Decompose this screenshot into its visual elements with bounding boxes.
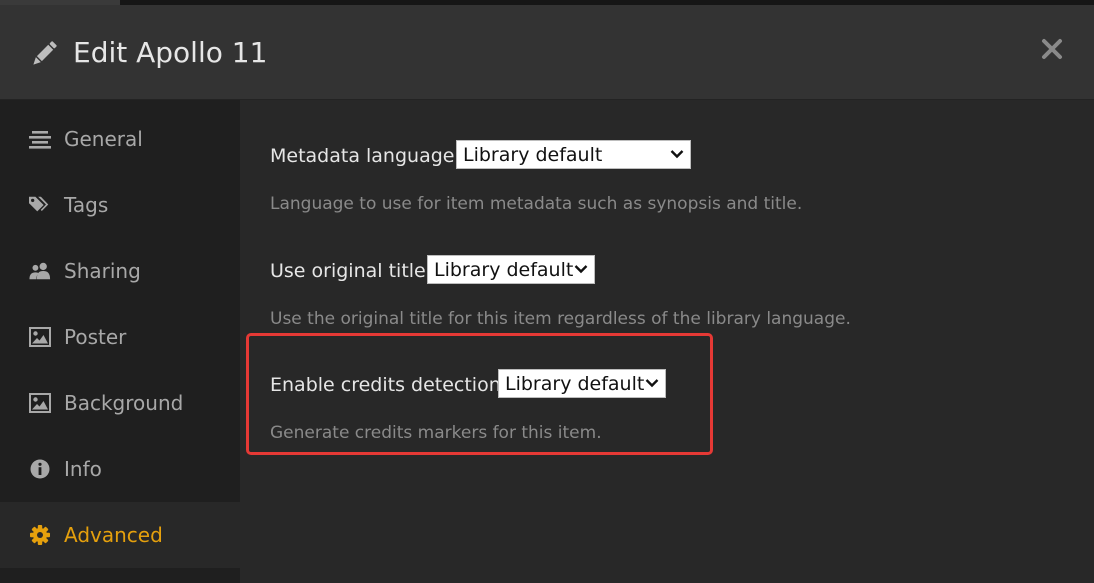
sidebar-item-label: Poster [64, 325, 127, 349]
dialog-title: Edit Apollo 11 [73, 36, 268, 69]
metadata-language-help: Language to use for item metadata such a… [270, 194, 803, 214]
edit-dialog: Edit Apollo 11 General Tags Sharing Post… [0, 5, 1094, 583]
sidebar-item-tags[interactable]: Tags [0, 172, 240, 238]
sidebar-item-label: Sharing [64, 259, 141, 283]
sidebar: General Tags Sharing Poster Background I… [0, 100, 240, 583]
align-lines-icon [29, 131, 51, 149]
info-circle-icon [30, 459, 50, 479]
metadata-language-label: Metadata language [270, 145, 455, 167]
credits-detection-help: Generate credits markers for this item. [270, 423, 602, 443]
sidebar-item-info[interactable]: Info [0, 436, 240, 502]
dialog-header: Edit Apollo 11 [0, 5, 1094, 100]
users-icon [29, 262, 51, 280]
sidebar-item-background[interactable]: Background [0, 370, 240, 436]
credits-detection-value: Library default [505, 373, 645, 395]
sidebar-item-label: Info [64, 457, 102, 481]
image-icon [29, 327, 51, 347]
original-title-value: Library default [434, 259, 574, 281]
original-title-label: Use original title [270, 260, 426, 282]
close-icon[interactable] [1040, 37, 1064, 61]
chevron-down-icon [574, 265, 588, 274]
tags-icon [29, 196, 49, 212]
sidebar-item-poster[interactable]: Poster [0, 304, 240, 370]
pencil-icon [33, 41, 57, 65]
original-title-help: Use the original title for this item reg… [270, 309, 851, 329]
sidebar-item-label: Advanced [64, 523, 163, 547]
credits-detection-select[interactable]: Library default [498, 369, 666, 398]
sidebar-item-label: General [64, 127, 143, 151]
image-icon [29, 393, 51, 413]
chevron-down-icon [645, 379, 659, 388]
advanced-settings-panel: Metadata language Library default Langua… [240, 100, 1094, 583]
metadata-language-select[interactable]: Library default [456, 140, 691, 169]
metadata-language-value: Library default [463, 144, 603, 166]
sidebar-item-advanced[interactable]: Advanced [0, 502, 240, 568]
sidebar-item-label: Background [64, 391, 184, 415]
sidebar-item-general[interactable]: General [0, 106, 240, 172]
gear-icon [30, 525, 50, 545]
original-title-select[interactable]: Library default [427, 255, 595, 284]
credits-detection-label: Enable credits detection [270, 374, 501, 396]
sidebar-item-label: Tags [64, 193, 109, 217]
sidebar-item-sharing[interactable]: Sharing [0, 238, 240, 304]
chevron-down-icon [670, 150, 684, 159]
